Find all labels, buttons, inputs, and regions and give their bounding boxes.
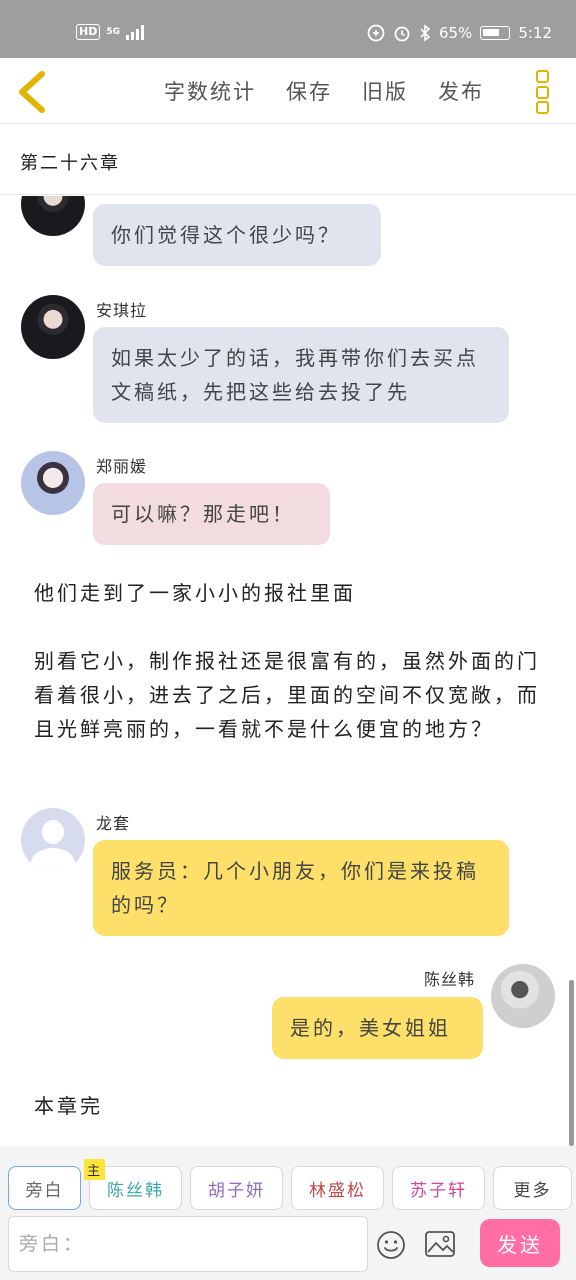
network-type: 5G [106, 26, 120, 37]
data-saver-icon [367, 24, 385, 42]
avatar[interactable] [21, 295, 85, 359]
speaker-name: 龙套 [96, 814, 131, 833]
message-bubble[interactable]: 你们觉得这个很少吗？ [93, 204, 381, 266]
avatar-placeholder[interactable] [21, 808, 85, 872]
more-menu-icon[interactable] [536, 70, 554, 114]
more-characters-button[interactable]: 更多 [493, 1166, 572, 1210]
character-chip[interactable]: 林盛松 [291, 1166, 384, 1210]
signal-icon [126, 24, 144, 40]
avatar[interactable] [21, 196, 85, 236]
alarm-icon [394, 26, 410, 42]
message-input-box[interactable] [8, 1216, 368, 1272]
message-bubble[interactable]: 如果太少了的话，我再带你们去买点文稿纸，先把这些给去投了先 [93, 327, 509, 423]
battery-icon [480, 26, 511, 40]
clock: 5:12 [518, 24, 552, 42]
character-chip[interactable]: 苏子轩 [392, 1166, 485, 1210]
avatar[interactable] [21, 451, 85, 515]
composer: 旁白 主 陈丝韩 胡子妍 林盛松 苏子轩 更多 发送 [0, 1146, 576, 1280]
character-chip[interactable]: 胡子妍 [190, 1166, 283, 1210]
word-count-button[interactable]: 字数统计 [164, 76, 256, 106]
speaker-name: 郑丽媛 [96, 457, 148, 476]
chapter-title[interactable]: 第二十六章 [20, 149, 120, 175]
message-bubble[interactable]: 可以嘛？那走吧！ [93, 483, 330, 545]
emoji-icon[interactable] [376, 1230, 406, 1260]
message-input[interactable] [9, 1217, 367, 1271]
image-icon[interactable] [424, 1230, 456, 1258]
narration-text[interactable]: 他们走到了一家小小的报社里面 [34, 576, 546, 610]
battery-percentage: 65% [438, 24, 473, 42]
avatar[interactable] [491, 964, 555, 1028]
message-bubble[interactable]: 是的，美女姐姐 [272, 997, 483, 1059]
save-button[interactable]: 保存 [286, 76, 332, 106]
character-name: 陈丝韩 [107, 1180, 164, 1201]
narrator-chip[interactable]: 旁白 [8, 1166, 81, 1210]
bluetooth-icon [420, 24, 431, 42]
old-version-button[interactable]: 旧版 [362, 76, 408, 106]
editor-toolbar: 字数统计 保存 旧版 发布 [0, 58, 576, 124]
speaker-name: 安琪拉 [96, 301, 148, 320]
chapter-end-text[interactable]: 本章完 [34, 1089, 546, 1123]
hd-badge: HD [76, 24, 101, 40]
character-chip[interactable]: 主 陈丝韩 [84, 1159, 182, 1210]
send-button[interactable]: 发送 [480, 1219, 560, 1267]
chat-content[interactable]: 你们觉得这个很少吗？ 安琪拉 如果太少了的话，我再带你们去买点文稿纸，先把这些给… [0, 196, 576, 1146]
scrollbar[interactable] [569, 980, 574, 1146]
publish-button[interactable]: 发布 [438, 76, 484, 106]
main-character-tag: 主 [84, 1159, 106, 1180]
status-bar: HD 5G 65% 5:12 [0, 0, 576, 58]
speaker-name: 陈丝韩 [424, 970, 476, 989]
message-bubble[interactable]: 服务员：几个小朋友，你们是来投稿的吗？ [93, 840, 509, 936]
narration-text[interactable]: 别看它小，制作报社还是很富有的，虽然外面的门看着很小，进去了之后，里面的空间不仅… [34, 644, 546, 746]
character-selector: 旁白 主 陈丝韩 胡子妍 林盛松 苏子轩 更多 [8, 1159, 572, 1210]
back-icon[interactable] [14, 70, 50, 114]
chapter-header: 第二十六章 [0, 125, 576, 195]
